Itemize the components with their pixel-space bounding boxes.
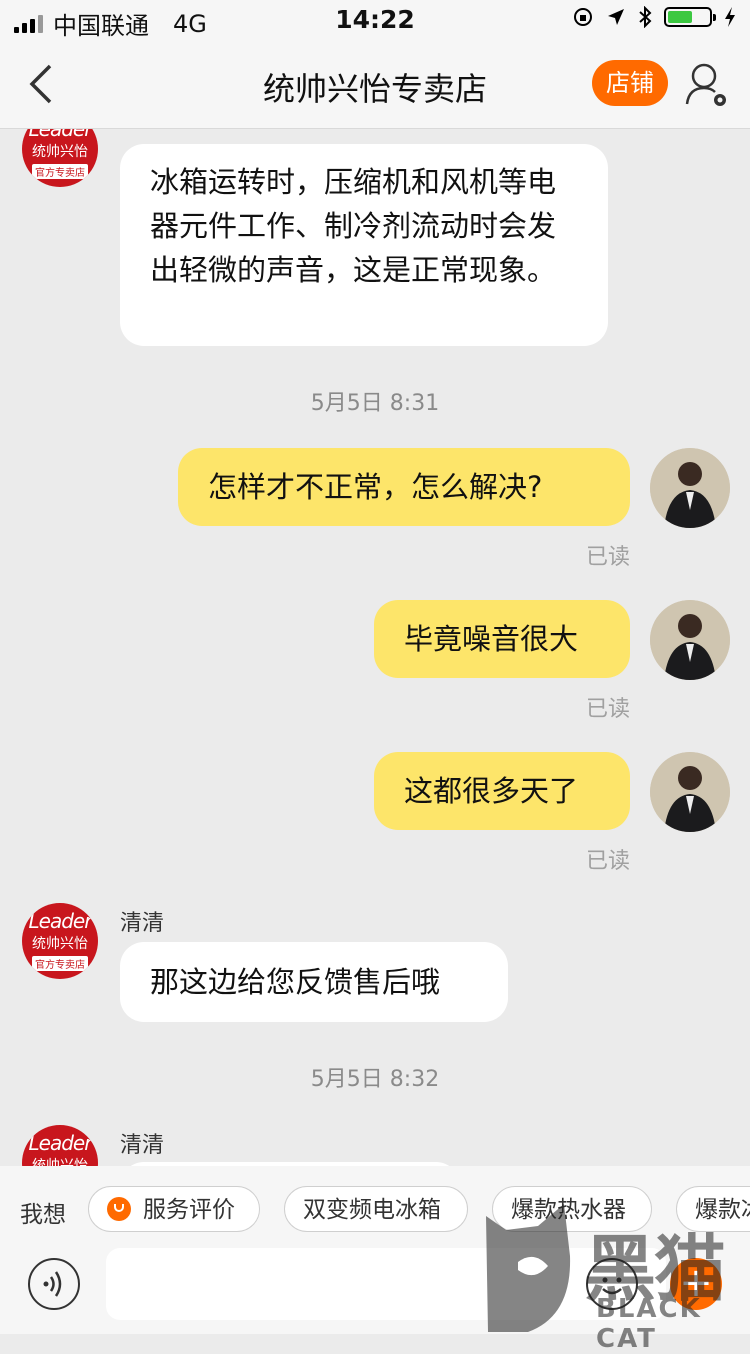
message-time: 5月5日 8:31 [310,391,440,416]
shop-avatar[interactable]: Leader 统帅兴怡 官方专卖店 [22,1125,98,1166]
shop-avatar-logo: Leader [28,129,93,141]
voice-input-icon[interactable] [28,1258,80,1310]
chat-area[interactable]: Leader 统帅兴怡 官方专卖店 冰箱运转时，压缩机和风机等电器元件工作、制冷… [0,129,750,1166]
sender-name: 清清 [120,911,165,936]
shop-avatar-tag: 官方专卖店 [32,164,88,179]
shop-avatar-logo: Leader [28,909,93,933]
watermark: 黑猫 BLACK CAT [478,1196,750,1354]
chip-label: 服务评价 [143,1197,235,1223]
read-status: 已读 [585,697,630,722]
orientation-lock-icon [574,8,592,26]
shop-avatar-name: 统帅兴怡 [32,936,88,952]
status-bar: 中国联通 4G 14:22 [0,0,750,40]
shop-avatar-name: 统帅兴怡 [32,1158,88,1166]
shop-avatar-logo: Leader [28,1131,93,1155]
user-avatar[interactable] [650,600,730,680]
battery-icon [664,7,716,27]
shop-avatar[interactable]: Leader 统帅兴怡 官方专卖店 [22,903,98,979]
contact-settings-icon[interactable] [684,60,730,110]
user-avatar[interactable] [650,752,730,832]
shop-avatar-name: 统帅兴怡 [32,144,88,160]
message-bubble-sent[interactable]: 毕竟噪音很大 [374,600,630,678]
read-status: 已读 [585,849,630,874]
message-bubble-sent[interactable]: 怎样才不正常，怎么解决? [178,448,630,526]
nav-header: 统帅兴怡专卖店 店铺 [0,40,750,129]
charging-icon [725,7,735,27]
status-right [572,6,736,28]
shop-avatar[interactable]: Leader 统帅兴怡 官方专卖店 [22,129,98,187]
chip-fridge[interactable]: 双变频电冰箱 [284,1186,468,1232]
read-status: 已读 [585,545,630,570]
message-bubble-received[interactable]: 冰箱运转时，压缩机和风机等电器元件工作、制冷剂流动时会发出轻微的声音，这是正常现… [120,144,608,346]
location-icon [608,9,624,25]
user-avatar[interactable] [650,448,730,528]
message-bubble-sent[interactable]: 这都很多天了 [374,752,630,830]
message-time: 5月5日 8:32 [310,1067,440,1092]
quick-phrase-label: 我想 [20,1202,66,1228]
watermark-en: BLACK CAT [596,1294,702,1354]
chip-label: 双变频电冰箱 [303,1197,441,1223]
service-review-icon [107,1196,131,1221]
shop-avatar-tag: 官方专卖店 [32,956,88,971]
black-cat-logo-icon [486,1204,571,1332]
shop-button[interactable]: 店铺 [592,60,668,106]
sender-name: 清清 [120,1133,165,1158]
message-bubble-received[interactable]: 那这边给您反馈售后哦 [120,942,508,1022]
bluetooth-icon [639,6,652,28]
chip-service-review[interactable]: 服务评价 [88,1186,260,1232]
